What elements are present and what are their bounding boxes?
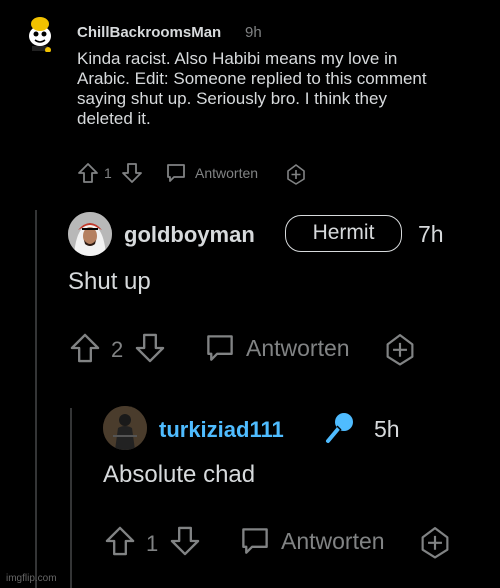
comment-body: Kinda racist. Also Habibi means my love …: [77, 49, 427, 129]
award-plus-icon: [386, 334, 414, 366]
comment-bubble-icon: [207, 335, 233, 361]
comment-time: 9h: [245, 24, 262, 41]
downvote-button[interactable]: [133, 332, 167, 364]
comment-bubble-icon: [167, 164, 185, 182]
comment-body-line: Arabic. Edit: Someone replied to this co…: [77, 69, 427, 88]
downvote-arrow-icon: [135, 333, 165, 363]
user-photo-icon: [68, 212, 112, 256]
user-photo-icon: [103, 406, 147, 450]
avatar[interactable]: [20, 12, 60, 52]
upvote-button[interactable]: [68, 332, 102, 364]
reply-button[interactable]: Antworten: [165, 162, 275, 186]
snoo-avatar-icon: [29, 17, 51, 52]
comment-time: 7h: [418, 221, 444, 247]
comment-bubble-icon: [242, 528, 268, 554]
award-plus-icon: [287, 164, 305, 185]
avatar[interactable]: [68, 212, 112, 256]
comment-body: Absolute chad: [103, 461, 256, 488]
comment-author[interactable]: ChillBackroomsMan: [77, 24, 221, 41]
reply-button[interactable]: Antworten: [203, 332, 373, 366]
award-plus-icon: [421, 527, 449, 559]
comment-author[interactable]: goldboyman: [124, 222, 255, 248]
comment-body-line: saying shut up. Seriously bro. I think t…: [77, 89, 387, 108]
microphone-icon: [322, 409, 358, 445]
award-button[interactable]: [285, 163, 307, 185]
reply-label: Antworten: [195, 165, 259, 181]
comment-author[interactable]: turkiziad111: [159, 417, 284, 443]
downvote-button[interactable]: [121, 162, 143, 184]
comment-body: Shut up: [68, 268, 151, 295]
vote-count: 1: [146, 531, 159, 556]
vote-count: 1: [104, 165, 112, 181]
thread-line-level-2[interactable]: [70, 408, 72, 588]
reply-button[interactable]: Antworten: [238, 525, 408, 559]
award-button[interactable]: [418, 525, 452, 559]
upvote-arrow-icon: [78, 163, 98, 183]
comment-body-line: Kinda racist. Also Habibi means my love …: [77, 49, 398, 68]
vote-count: 2: [111, 337, 124, 362]
upvote-button[interactable]: [103, 525, 137, 557]
comment-time: 5h: [374, 416, 400, 442]
upvote-arrow-icon: [105, 526, 135, 556]
reply-label: Antworten: [246, 335, 350, 361]
upvote-arrow-icon: [70, 333, 100, 363]
downvote-arrow-icon: [122, 163, 142, 183]
upvote-button[interactable]: [77, 162, 99, 184]
comment-body-line: deleted it.: [77, 109, 151, 128]
user-flair-badge: Hermit: [285, 215, 402, 252]
downvote-arrow-icon: [170, 526, 200, 556]
award-button[interactable]: [383, 332, 417, 366]
downvote-button[interactable]: [168, 525, 202, 557]
reply-label: Antworten: [281, 528, 385, 554]
avatar[interactable]: [103, 406, 147, 450]
thread-line-level-1[interactable]: [35, 210, 37, 588]
watermark: imgflip.com: [6, 573, 57, 584]
